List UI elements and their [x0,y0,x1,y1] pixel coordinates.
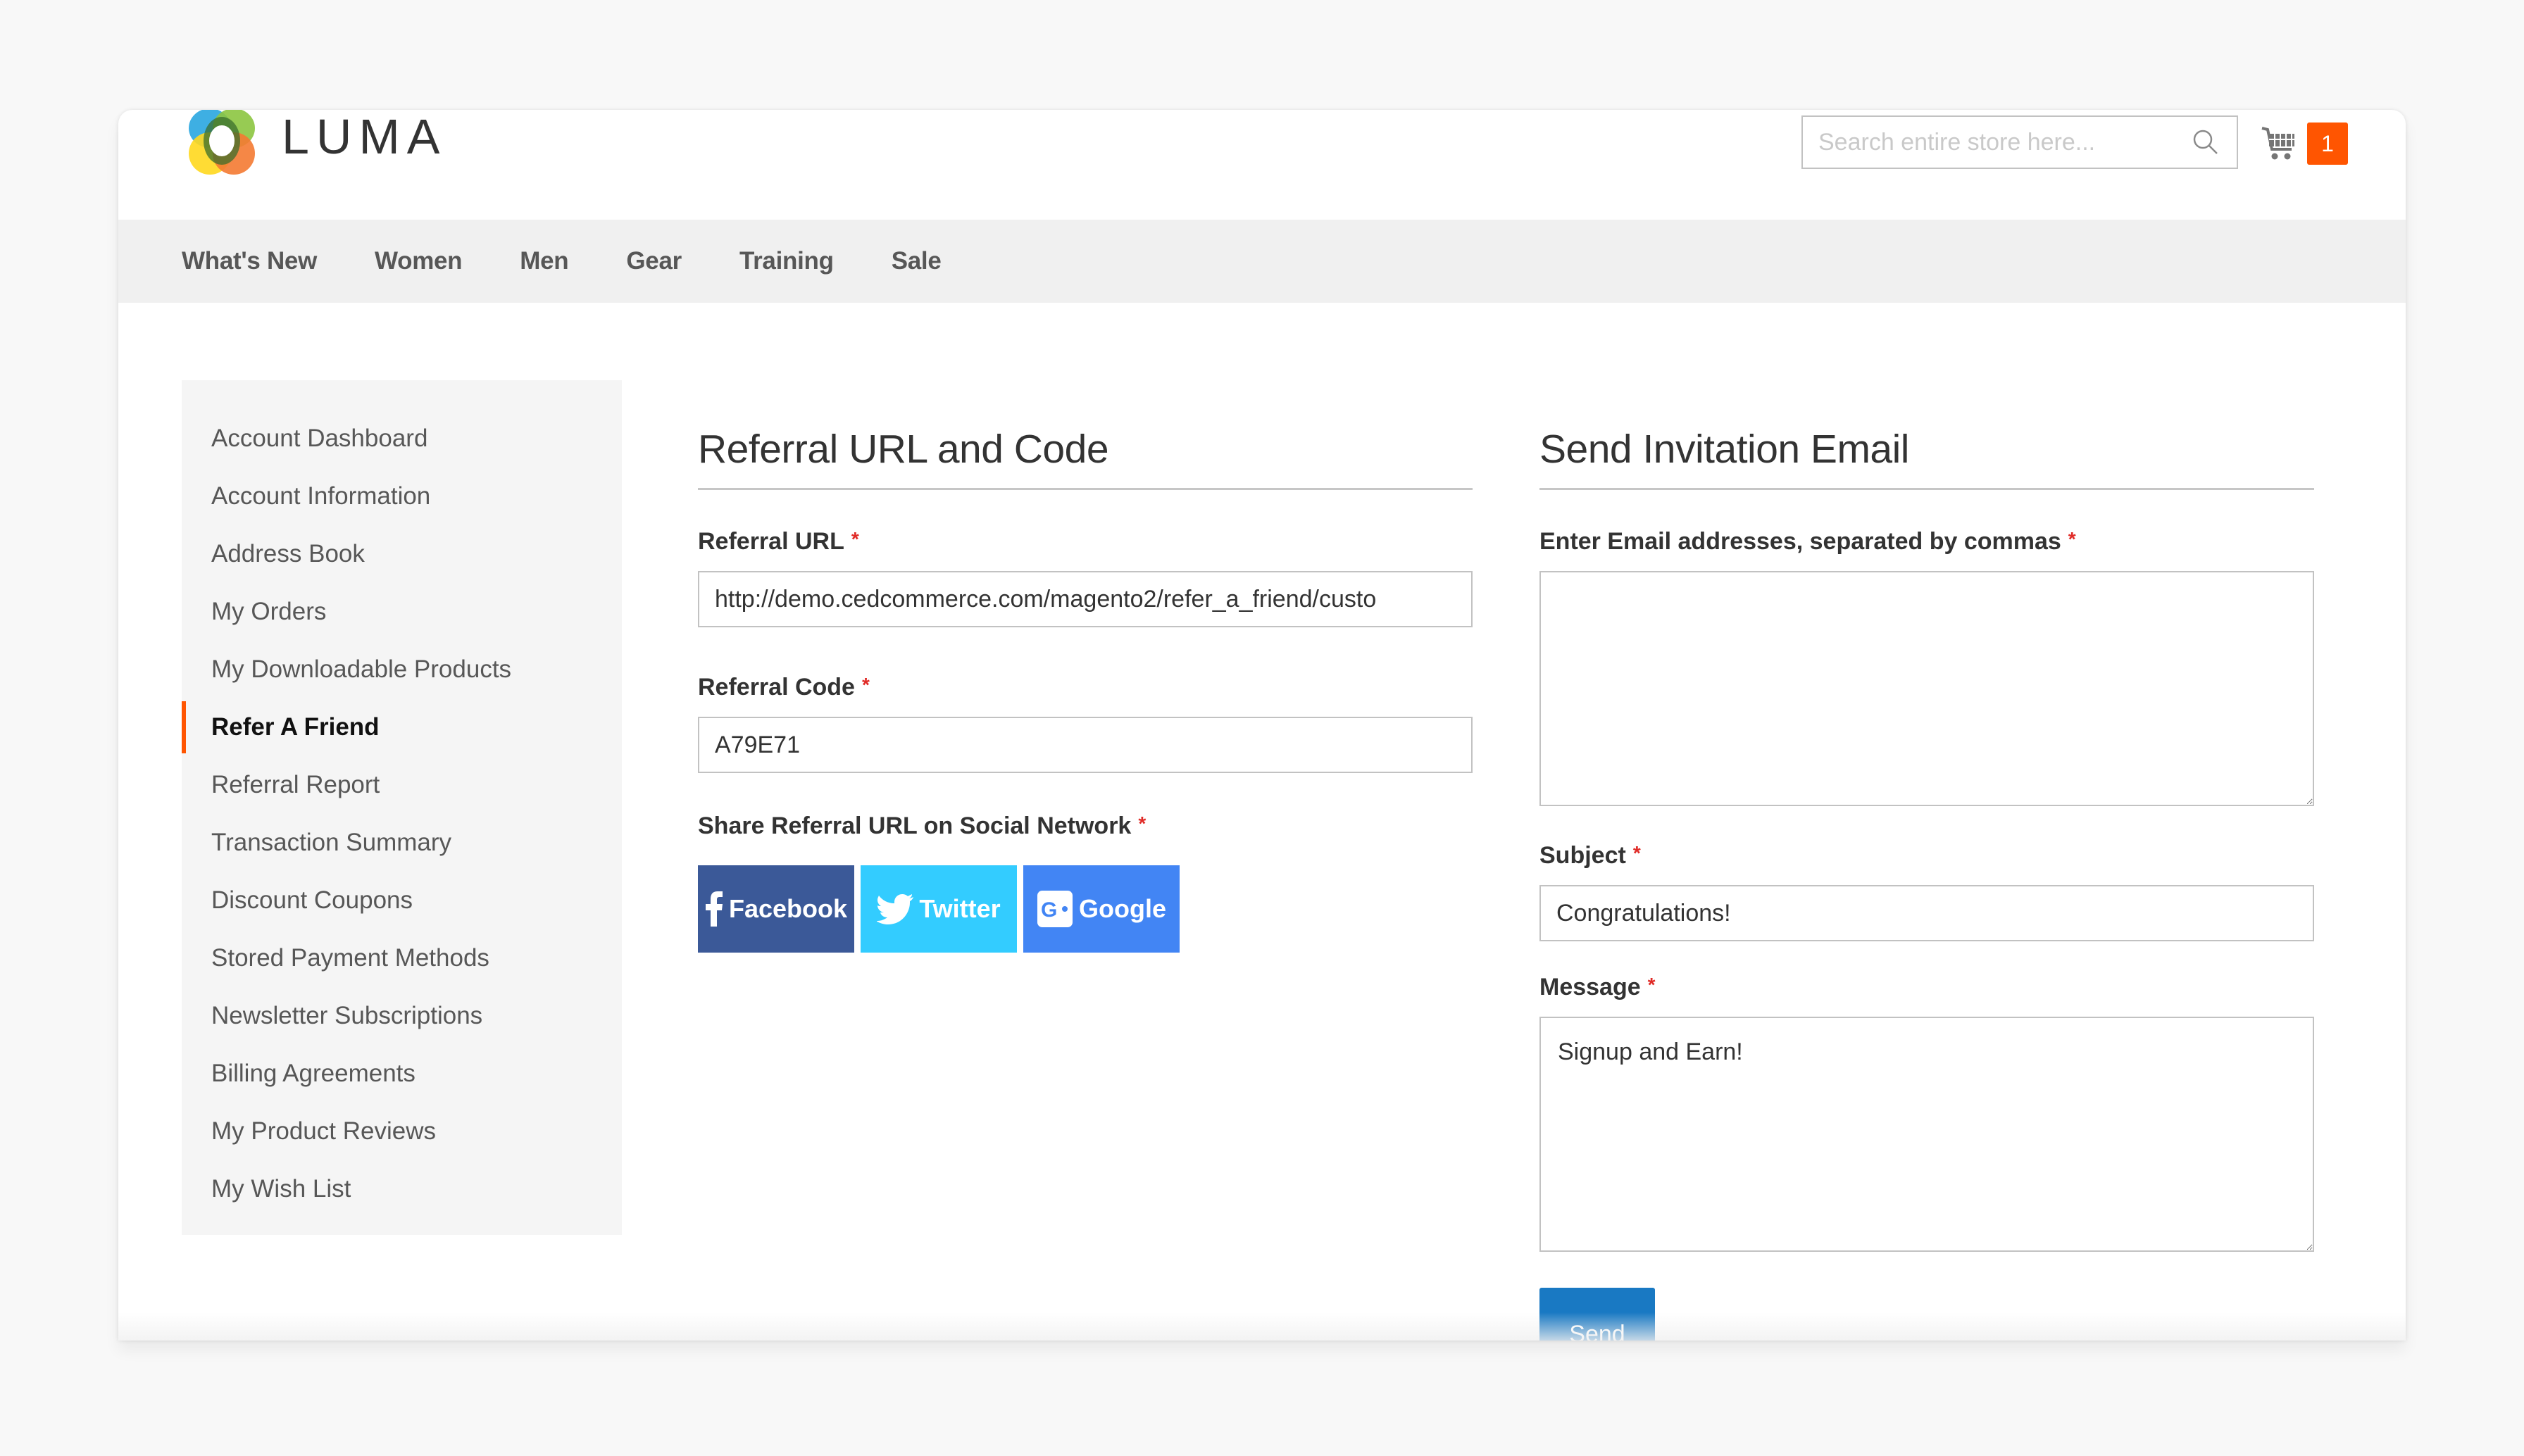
google-plus-icon: G [1037,891,1073,927]
required-mark: * [1632,842,1641,864]
sidebar-item-refer-a-friend[interactable]: Refer A Friend [182,698,622,756]
brand-name: LUMA [282,110,447,164]
sidebar-item-stored-payment-methods[interactable]: Stored Payment Methods [182,929,622,987]
required-mark: * [851,528,859,550]
search-box [1801,115,2238,169]
emails-textarea[interactable] [1539,571,2314,806]
referral-code-field[interactable] [698,717,1473,773]
facebook-share-button[interactable]: Facebook [698,865,854,953]
invite-section-title: Send Invitation Email [1539,406,2314,490]
sidebar-item-my-orders[interactable]: My Orders [182,583,622,641]
referral-url-field[interactable] [698,571,1473,627]
invite-section: Send Invitation Email Enter Email addres… [1539,406,2314,1341]
svg-text:G: G [1041,898,1057,922]
subject-field[interactable] [1539,885,2314,941]
logo[interactable]: LUMA [183,110,446,180]
sidebar-item-discount-coupons[interactable]: Discount Coupons [182,872,622,929]
sidebar-item-transaction-summary[interactable]: Transaction Summary [182,814,622,872]
twitter-share-button[interactable]: Twitter [861,865,1017,953]
page-card: LUMA 1 What's New Women Men Gear Trainin… [118,110,2406,1341]
sidebar-item-my-downloadable-products[interactable]: My Downloadable Products [182,641,622,698]
required-mark: * [861,674,870,696]
nav-item-gear[interactable]: Gear [626,247,682,275]
google-share-button[interactable]: G Google [1023,865,1180,953]
message-label: Message * [1539,974,1656,1000]
nav-item-sale[interactable]: Sale [892,247,942,275]
message-textarea[interactable]: Signup and Earn! [1539,1017,2314,1252]
account-sidebar: Account Dashboard Account Information Ad… [182,380,622,1235]
required-mark: * [2068,528,2076,550]
sidebar-item-my-product-reviews[interactable]: My Product Reviews [182,1103,622,1160]
nav-item-whats-new[interactable]: What's New [182,247,317,275]
referral-section-title: Referral URL and Code [698,406,1473,490]
nav-item-men[interactable]: Men [520,247,568,275]
nav-item-women[interactable]: Women [375,247,463,275]
social-share-buttons: Facebook Twitter G Google [698,865,1473,953]
required-mark: * [1647,974,1656,996]
main-nav: What's New Women Men Gear Training Sale [118,220,2406,303]
cart-count-badge: 1 [2307,123,2348,165]
nav-item-training[interactable]: Training [739,247,834,275]
search-icon[interactable] [2185,121,2227,163]
search-input[interactable] [1803,117,2185,168]
facebook-icon [705,891,723,927]
subject-label: Subject * [1539,842,1641,869]
sidebar-item-billing-agreements[interactable]: Billing Agreements [182,1045,622,1103]
sidebar-item-account-information[interactable]: Account Information [182,467,622,525]
referral-section: Referral URL and Code Referral URL* Refe… [698,406,1473,953]
share-label: Share Referral URL on Social Network * [698,812,1147,839]
sidebar-item-my-wish-list[interactable]: My Wish List [182,1160,622,1218]
card-bottom-fade [118,1312,2406,1341]
shopping-cart-icon[interactable] [2259,124,2299,163]
luma-logo-icon [189,110,255,175]
minicart[interactable]: 1 [2259,123,2348,165]
sidebar-item-address-book[interactable]: Address Book [182,525,622,583]
sidebar-item-referral-report[interactable]: Referral Report [182,756,622,814]
emails-label: Enter Email addresses, separated by comm… [1539,528,2076,555]
sidebar-item-newsletter-subscriptions[interactable]: Newsletter Subscriptions [182,987,622,1045]
referral-code-label: Referral Code * [698,674,870,701]
sidebar-item-account-dashboard[interactable]: Account Dashboard [182,410,622,467]
required-mark: * [1138,812,1147,834]
referral-url-label: Referral URL * [698,528,859,555]
twitter-icon [877,894,914,924]
